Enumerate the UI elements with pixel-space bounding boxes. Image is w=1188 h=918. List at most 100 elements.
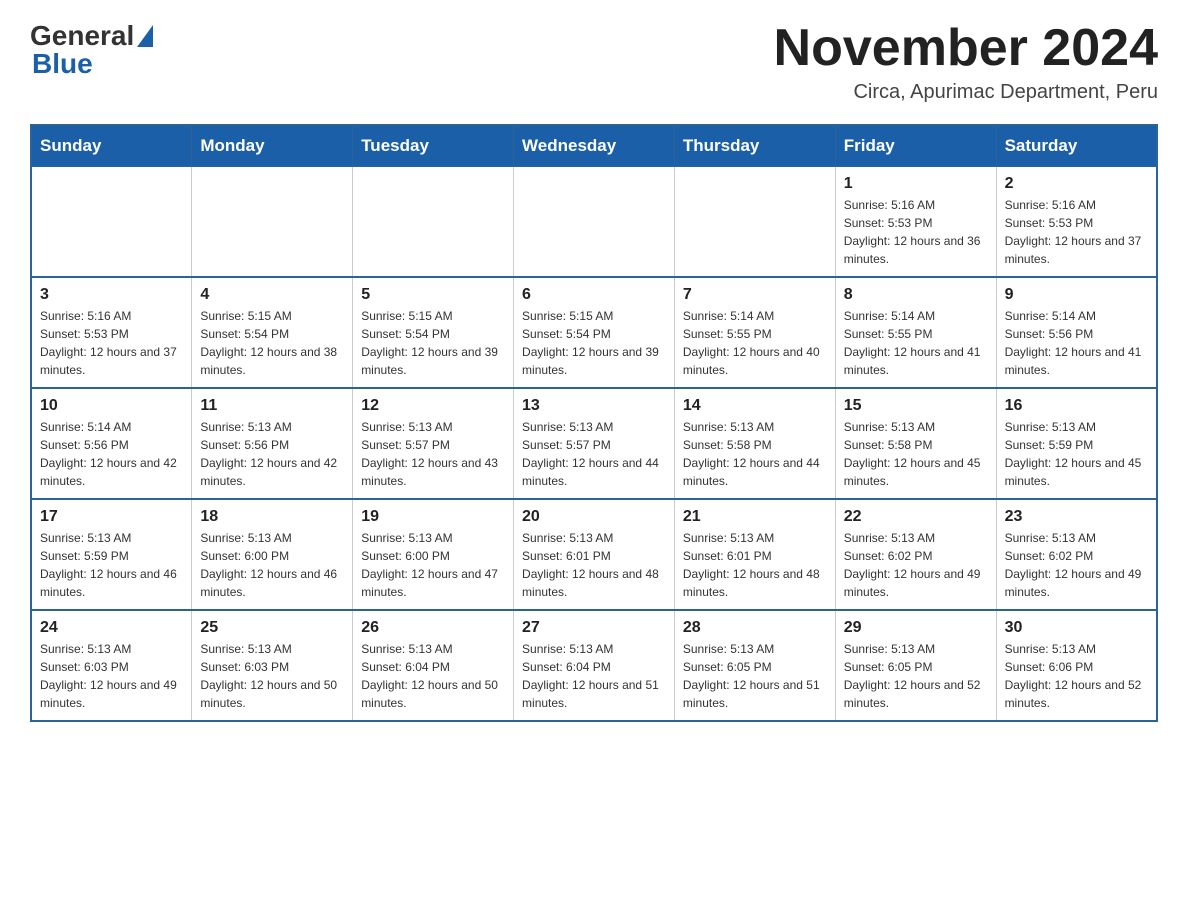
calendar-cell: 7Sunrise: 5:14 AMSunset: 5:55 PMDaylight… (674, 277, 835, 388)
day-number: 23 (1005, 508, 1148, 526)
location-subtitle: Circa, Apurimac Department, Peru (774, 81, 1158, 104)
calendar-cell: 18 Sunrise: 5:13 AMSunset: 6:00 PMDayligh… (192, 499, 353, 610)
day-info: Sunrise: 5:13 AMSunset: 6:04 PMDaylight:… (522, 640, 666, 712)
day-number: 20 (522, 508, 666, 526)
weekday-header-saturday: Saturday (996, 125, 1157, 167)
calendar-table: SundayMondayTuesdayWednesdayThursdayFrid… (30, 124, 1158, 722)
day-info: Sunrise: 5:13 AMSunset: 6:05 PMDaylight:… (683, 640, 827, 712)
weekday-header-friday: Friday (835, 125, 996, 167)
day-number: 22 (844, 508, 988, 526)
day-info: Sunrise: 5:14 AMSunset: 5:56 PMDaylight:… (40, 418, 183, 490)
calendar-cell: 12Sunrise: 5:13 AMSunset: 5:57 PMDayligh… (353, 388, 514, 499)
day-number: 10 (40, 397, 183, 415)
weekday-header-monday: Monday (192, 125, 353, 167)
calendar-cell: 20 Sunrise: 5:13 AMSunset: 6:01 PMDayligh… (514, 499, 675, 610)
day-info: Sunrise: 5:13 AMSunset: 6:03 PMDaylight:… (200, 640, 344, 712)
day-info: Sunrise: 5:13 AMSunset: 6:00 PMDaylight:… (200, 529, 344, 601)
calendar-cell: 25 Sunrise: 5:13 AMSunset: 6:03 PMDayligh… (192, 610, 353, 721)
calendar-cell: 24 Sunrise: 5:13 AMSunset: 6:03 PMDayligh… (31, 610, 192, 721)
day-info: Sunrise: 5:13 AMSunset: 6:01 PMDaylight:… (683, 529, 827, 601)
day-number: 29 (844, 619, 988, 637)
day-number: 8 (844, 286, 988, 304)
day-info: Sunrise: 5:13 AMSunset: 5:58 PMDaylight:… (844, 418, 988, 490)
day-number: 6 (522, 286, 666, 304)
day-number: 25 (200, 619, 344, 637)
calendar-cell: 13Sunrise: 5:13 AMSunset: 5:57 PMDayligh… (514, 388, 675, 499)
calendar-cell (192, 167, 353, 278)
day-info: Sunrise: 5:14 AMSunset: 5:56 PMDaylight:… (1005, 307, 1148, 379)
calendar-cell: 1 Sunrise: 5:16 AMSunset: 5:53 PMDaylight… (835, 167, 996, 278)
day-info: Sunrise: 5:13 AMSunset: 6:03 PMDaylight:… (40, 640, 183, 712)
weekday-header-sunday: Sunday (31, 125, 192, 167)
logo-blue-text: Blue (32, 48, 153, 80)
calendar-cell: 27 Sunrise: 5:13 AMSunset: 6:04 PMDayligh… (514, 610, 675, 721)
day-number: 17 (40, 508, 183, 526)
day-number: 28 (683, 619, 827, 637)
day-info: Sunrise: 5:16 AMSunset: 5:53 PMDaylight:… (844, 196, 988, 268)
day-info: Sunrise: 5:13 AMSunset: 5:57 PMDaylight:… (522, 418, 666, 490)
day-info: Sunrise: 5:13 AMSunset: 5:57 PMDaylight:… (361, 418, 505, 490)
day-number: 27 (522, 619, 666, 637)
day-info: Sunrise: 5:13 AMSunset: 5:58 PMDaylight:… (683, 418, 827, 490)
calendar-cell: 17 Sunrise: 5:13 AMSunset: 5:59 PMDayligh… (31, 499, 192, 610)
weekday-header-wednesday: Wednesday (514, 125, 675, 167)
calendar-cell: 10 Sunrise: 5:14 AMSunset: 5:56 PMDayligh… (31, 388, 192, 499)
logo-triangle-icon (137, 25, 153, 47)
day-number: 9 (1005, 286, 1148, 304)
day-info: Sunrise: 5:13 AMSunset: 6:04 PMDaylight:… (361, 640, 505, 712)
calendar-week-row: 10 Sunrise: 5:14 AMSunset: 5:56 PMDayligh… (31, 388, 1157, 499)
day-info: Sunrise: 5:15 AMSunset: 5:54 PMDaylight:… (361, 307, 505, 379)
day-info: Sunrise: 5:14 AMSunset: 5:55 PMDaylight:… (844, 307, 988, 379)
day-number: 14 (683, 397, 827, 415)
calendar-cell: 29Sunrise: 5:13 AMSunset: 6:05 PMDayligh… (835, 610, 996, 721)
calendar-cell: 15 Sunrise: 5:13 AMSunset: 5:58 PMDayligh… (835, 388, 996, 499)
page-header: General Blue November 2024 Circa, Apurim… (30, 20, 1158, 104)
calendar-cell: 4Sunrise: 5:15 AMSunset: 5:54 PMDaylight… (192, 277, 353, 388)
calendar-week-row: 17 Sunrise: 5:13 AMSunset: 5:59 PMDayligh… (31, 499, 1157, 610)
day-info: Sunrise: 5:15 AMSunset: 5:54 PMDaylight:… (522, 307, 666, 379)
weekday-header-row: SundayMondayTuesdayWednesdayThursdayFrid… (31, 125, 1157, 167)
title-area: November 2024 Circa, Apurimac Department… (774, 20, 1158, 104)
calendar-cell: 8 Sunrise: 5:14 AMSunset: 5:55 PMDaylight… (835, 277, 996, 388)
day-number: 16 (1005, 397, 1148, 415)
day-info: Sunrise: 5:13 AMSunset: 5:59 PMDaylight:… (40, 529, 183, 601)
day-number: 11 (200, 397, 344, 415)
day-number: 21 (683, 508, 827, 526)
calendar-cell: 21 Sunrise: 5:13 AMSunset: 6:01 PMDayligh… (674, 499, 835, 610)
day-number: 15 (844, 397, 988, 415)
calendar-week-row: 1 Sunrise: 5:16 AMSunset: 5:53 PMDaylight… (31, 167, 1157, 278)
calendar-cell (31, 167, 192, 278)
calendar-week-row: 3Sunrise: 5:16 AMSunset: 5:53 PMDaylight… (31, 277, 1157, 388)
day-number: 3 (40, 286, 183, 304)
day-number: 24 (40, 619, 183, 637)
calendar-cell: 23 Sunrise: 5:13 AMSunset: 6:02 PMDayligh… (996, 499, 1157, 610)
month-title: November 2024 (774, 20, 1158, 77)
calendar-cell: 22 Sunrise: 5:13 AMSunset: 6:02 PMDayligh… (835, 499, 996, 610)
day-info: Sunrise: 5:16 AMSunset: 5:53 PMDaylight:… (1005, 196, 1148, 268)
day-info: Sunrise: 5:13 AMSunset: 6:01 PMDaylight:… (522, 529, 666, 601)
day-info: Sunrise: 5:14 AMSunset: 5:55 PMDaylight:… (683, 307, 827, 379)
day-info: Sunrise: 5:13 AMSunset: 5:56 PMDaylight:… (200, 418, 344, 490)
day-number: 18 (200, 508, 344, 526)
calendar-cell: 19Sunrise: 5:13 AMSunset: 6:00 PMDayligh… (353, 499, 514, 610)
weekday-header-thursday: Thursday (674, 125, 835, 167)
day-number: 2 (1005, 175, 1148, 193)
calendar-cell (674, 167, 835, 278)
day-number: 1 (844, 175, 988, 193)
calendar-cell: 9 Sunrise: 5:14 AMSunset: 5:56 PMDaylight… (996, 277, 1157, 388)
weekday-header-tuesday: Tuesday (353, 125, 514, 167)
day-number: 26 (361, 619, 505, 637)
day-number: 30 (1005, 619, 1148, 637)
calendar-cell (514, 167, 675, 278)
day-number: 5 (361, 286, 505, 304)
calendar-cell: 11 Sunrise: 5:13 AMSunset: 5:56 PMDayligh… (192, 388, 353, 499)
calendar-cell: 3Sunrise: 5:16 AMSunset: 5:53 PMDaylight… (31, 277, 192, 388)
day-info: Sunrise: 5:13 AMSunset: 5:59 PMDaylight:… (1005, 418, 1148, 490)
day-info: Sunrise: 5:13 AMSunset: 6:02 PMDaylight:… (844, 529, 988, 601)
calendar-cell: 14 Sunrise: 5:13 AMSunset: 5:58 PMDayligh… (674, 388, 835, 499)
calendar-cell: 5 Sunrise: 5:15 AMSunset: 5:54 PMDaylight… (353, 277, 514, 388)
day-info: Sunrise: 5:13 AMSunset: 6:06 PMDaylight:… (1005, 640, 1148, 712)
day-info: Sunrise: 5:13 AMSunset: 6:02 PMDaylight:… (1005, 529, 1148, 601)
calendar-cell: 28 Sunrise: 5:13 AMSunset: 6:05 PMDayligh… (674, 610, 835, 721)
calendar-cell: 26 Sunrise: 5:13 AMSunset: 6:04 PMDayligh… (353, 610, 514, 721)
